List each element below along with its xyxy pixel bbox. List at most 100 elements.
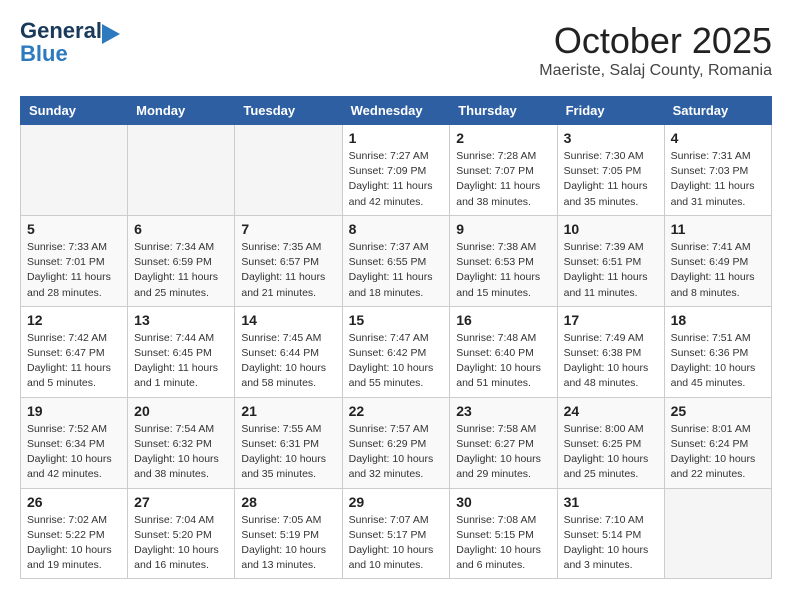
month-title: October 2025 <box>539 20 772 62</box>
day-number: 28 <box>241 494 335 510</box>
day-info: Sunrise: 7:04 AM Sunset: 5:20 PM Dayligh… <box>134 513 228 574</box>
day-number: 25 <box>671 403 765 419</box>
calendar-week-row: 19 Sunrise: 7:52 AM Sunset: 6:34 PM Dayli… <box>21 397 772 488</box>
calendar-cell: 26 Sunrise: 7:02 AM Sunset: 5:22 PM Dayli… <box>21 488 128 579</box>
day-info: Sunrise: 7:07 AM Sunset: 5:17 PM Dayligh… <box>349 513 444 574</box>
calendar-cell <box>235 125 342 216</box>
calendar-cell <box>128 125 235 216</box>
logo: General Blue <box>20 20 102 66</box>
day-info: Sunrise: 7:42 AM Sunset: 6:47 PM Dayligh… <box>27 331 121 392</box>
day-info: Sunrise: 8:00 AM Sunset: 6:25 PM Dayligh… <box>564 422 658 483</box>
day-info: Sunrise: 7:54 AM Sunset: 6:32 PM Dayligh… <box>134 422 228 483</box>
day-number: 8 <box>349 221 444 237</box>
day-info: Sunrise: 7:34 AM Sunset: 6:59 PM Dayligh… <box>134 240 228 301</box>
calendar-cell: 27 Sunrise: 7:04 AM Sunset: 5:20 PM Dayli… <box>128 488 235 579</box>
calendar-cell: 22Sunrise: 7:57 AM Sunset: 6:29 PM Dayli… <box>342 397 450 488</box>
calendar-cell: 11 Sunrise: 7:41 AM Sunset: 6:49 PM Dayli… <box>664 215 771 306</box>
day-info: Sunrise: 7:47 AM Sunset: 6:42 PM Dayligh… <box>349 331 444 392</box>
calendar-cell: 21 Sunrise: 7:55 AM Sunset: 6:31 PM Dayli… <box>235 397 342 488</box>
calendar-table: SundayMondayTuesdayWednesdayThursdayFrid… <box>20 96 772 579</box>
day-info: Sunrise: 7:10 AM Sunset: 5:14 PM Dayligh… <box>564 513 658 574</box>
weekday-header-wednesday: Wednesday <box>342 97 450 125</box>
day-info: Sunrise: 7:57 AM Sunset: 6:29 PM Dayligh… <box>349 422 444 483</box>
location: Maeriste, Salaj County, Romania <box>539 62 772 80</box>
calendar-cell <box>664 488 771 579</box>
day-number: 17 <box>564 312 658 328</box>
calendar-cell: 4 Sunrise: 7:31 AM Sunset: 7:03 PM Daylig… <box>664 125 771 216</box>
day-info: Sunrise: 7:52 AM Sunset: 6:34 PM Dayligh… <box>27 422 121 483</box>
day-info: Sunrise: 7:33 AM Sunset: 7:01 PM Dayligh… <box>27 240 121 301</box>
weekday-header-saturday: Saturday <box>664 97 771 125</box>
day-info: Sunrise: 7:02 AM Sunset: 5:22 PM Dayligh… <box>27 513 121 574</box>
day-number: 2 <box>456 130 550 146</box>
day-info: Sunrise: 8:01 AM Sunset: 6:24 PM Dayligh… <box>671 422 765 483</box>
day-number: 31 <box>564 494 658 510</box>
day-info: Sunrise: 7:35 AM Sunset: 6:57 PM Dayligh… <box>241 240 335 301</box>
calendar-cell: 8 Sunrise: 7:37 AM Sunset: 6:55 PM Daylig… <box>342 215 450 306</box>
day-number: 9 <box>456 221 550 237</box>
calendar-cell: 7Sunrise: 7:35 AM Sunset: 6:57 PM Daylig… <box>235 215 342 306</box>
day-info: Sunrise: 7:55 AM Sunset: 6:31 PM Dayligh… <box>241 422 335 483</box>
calendar-cell: 23 Sunrise: 7:58 AM Sunset: 6:27 PM Dayli… <box>450 397 557 488</box>
weekday-header-friday: Friday <box>557 97 664 125</box>
calendar-week-row: 12Sunrise: 7:42 AM Sunset: 6:47 PM Dayli… <box>21 306 772 397</box>
day-info: Sunrise: 7:28 AM Sunset: 7:07 PM Dayligh… <box>456 149 550 210</box>
day-number: 21 <box>241 403 335 419</box>
day-number: 10 <box>564 221 658 237</box>
day-info: Sunrise: 7:41 AM Sunset: 6:49 PM Dayligh… <box>671 240 765 301</box>
calendar-cell: 25 Sunrise: 8:01 AM Sunset: 6:24 PM Dayli… <box>664 397 771 488</box>
day-info: Sunrise: 7:51 AM Sunset: 6:36 PM Dayligh… <box>671 331 765 392</box>
day-number: 6 <box>134 221 228 237</box>
day-number: 30 <box>456 494 550 510</box>
day-info: Sunrise: 7:48 AM Sunset: 6:40 PM Dayligh… <box>456 331 550 392</box>
day-number: 20 <box>134 403 228 419</box>
weekday-header-monday: Monday <box>128 97 235 125</box>
day-info: Sunrise: 7:58 AM Sunset: 6:27 PM Dayligh… <box>456 422 550 483</box>
calendar-cell: 2 Sunrise: 7:28 AM Sunset: 7:07 PM Daylig… <box>450 125 557 216</box>
day-info: Sunrise: 7:30 AM Sunset: 7:05 PM Dayligh… <box>564 149 658 210</box>
day-number: 16 <box>456 312 550 328</box>
calendar-cell: 13 Sunrise: 7:44 AM Sunset: 6:45 PM Dayli… <box>128 306 235 397</box>
calendar-cell: 24 Sunrise: 8:00 AM Sunset: 6:25 PM Dayli… <box>557 397 664 488</box>
calendar-cell: 5 Sunrise: 7:33 AM Sunset: 7:01 PM Daylig… <box>21 215 128 306</box>
day-number: 13 <box>134 312 228 328</box>
day-number: 24 <box>564 403 658 419</box>
calendar-week-row: 26 Sunrise: 7:02 AM Sunset: 5:22 PM Dayli… <box>21 488 772 579</box>
day-number: 29 <box>349 494 444 510</box>
calendar-week-row: 5 Sunrise: 7:33 AM Sunset: 7:01 PM Daylig… <box>21 215 772 306</box>
day-number: 15 <box>349 312 444 328</box>
day-number: 26 <box>27 494 121 510</box>
calendar-cell: 16 Sunrise: 7:48 AM Sunset: 6:40 PM Dayli… <box>450 306 557 397</box>
calendar-cell: 6 Sunrise: 7:34 AM Sunset: 6:59 PM Daylig… <box>128 215 235 306</box>
weekday-header-thursday: Thursday <box>450 97 557 125</box>
calendar-cell: 10Sunrise: 7:39 AM Sunset: 6:51 PM Dayli… <box>557 215 664 306</box>
day-number: 11 <box>671 221 765 237</box>
calendar-cell: 19 Sunrise: 7:52 AM Sunset: 6:34 PM Dayli… <box>21 397 128 488</box>
calendar-cell: 28 Sunrise: 7:05 AM Sunset: 5:19 PM Dayli… <box>235 488 342 579</box>
day-number: 27 <box>134 494 228 510</box>
day-number: 1 <box>349 130 444 146</box>
calendar-cell: 18 Sunrise: 7:51 AM Sunset: 6:36 PM Dayli… <box>664 306 771 397</box>
day-info: Sunrise: 7:37 AM Sunset: 6:55 PM Dayligh… <box>349 240 444 301</box>
weekday-header-row: SundayMondayTuesdayWednesdayThursdayFrid… <box>21 97 772 125</box>
calendar-cell: 12Sunrise: 7:42 AM Sunset: 6:47 PM Dayli… <box>21 306 128 397</box>
calendar-cell: 3Sunrise: 7:30 AM Sunset: 7:05 PM Daylig… <box>557 125 664 216</box>
day-number: 19 <box>27 403 121 419</box>
calendar-cell: 29 Sunrise: 7:07 AM Sunset: 5:17 PM Dayli… <box>342 488 450 579</box>
logo-text: General Blue <box>20 18 102 66</box>
day-number: 23 <box>456 403 550 419</box>
calendar-cell: 20 Sunrise: 7:54 AM Sunset: 6:32 PM Dayli… <box>128 397 235 488</box>
calendar-cell: 1 Sunrise: 7:27 AM Sunset: 7:09 PM Daylig… <box>342 125 450 216</box>
day-info: Sunrise: 7:05 AM Sunset: 5:19 PM Dayligh… <box>241 513 335 574</box>
day-info: Sunrise: 7:08 AM Sunset: 5:15 PM Dayligh… <box>456 513 550 574</box>
day-number: 4 <box>671 130 765 146</box>
day-number: 18 <box>671 312 765 328</box>
calendar-week-row: 1 Sunrise: 7:27 AM Sunset: 7:09 PM Daylig… <box>21 125 772 216</box>
day-number: 5 <box>27 221 121 237</box>
weekday-header-tuesday: Tuesday <box>235 97 342 125</box>
calendar-cell: 15 Sunrise: 7:47 AM Sunset: 6:42 PM Dayli… <box>342 306 450 397</box>
title-block: October 2025 Maeriste, Salaj County, Rom… <box>539 20 772 80</box>
day-info: Sunrise: 7:31 AM Sunset: 7:03 PM Dayligh… <box>671 149 765 210</box>
day-info: Sunrise: 7:27 AM Sunset: 7:09 PM Dayligh… <box>349 149 444 210</box>
day-info: Sunrise: 7:44 AM Sunset: 6:45 PM Dayligh… <box>134 331 228 392</box>
